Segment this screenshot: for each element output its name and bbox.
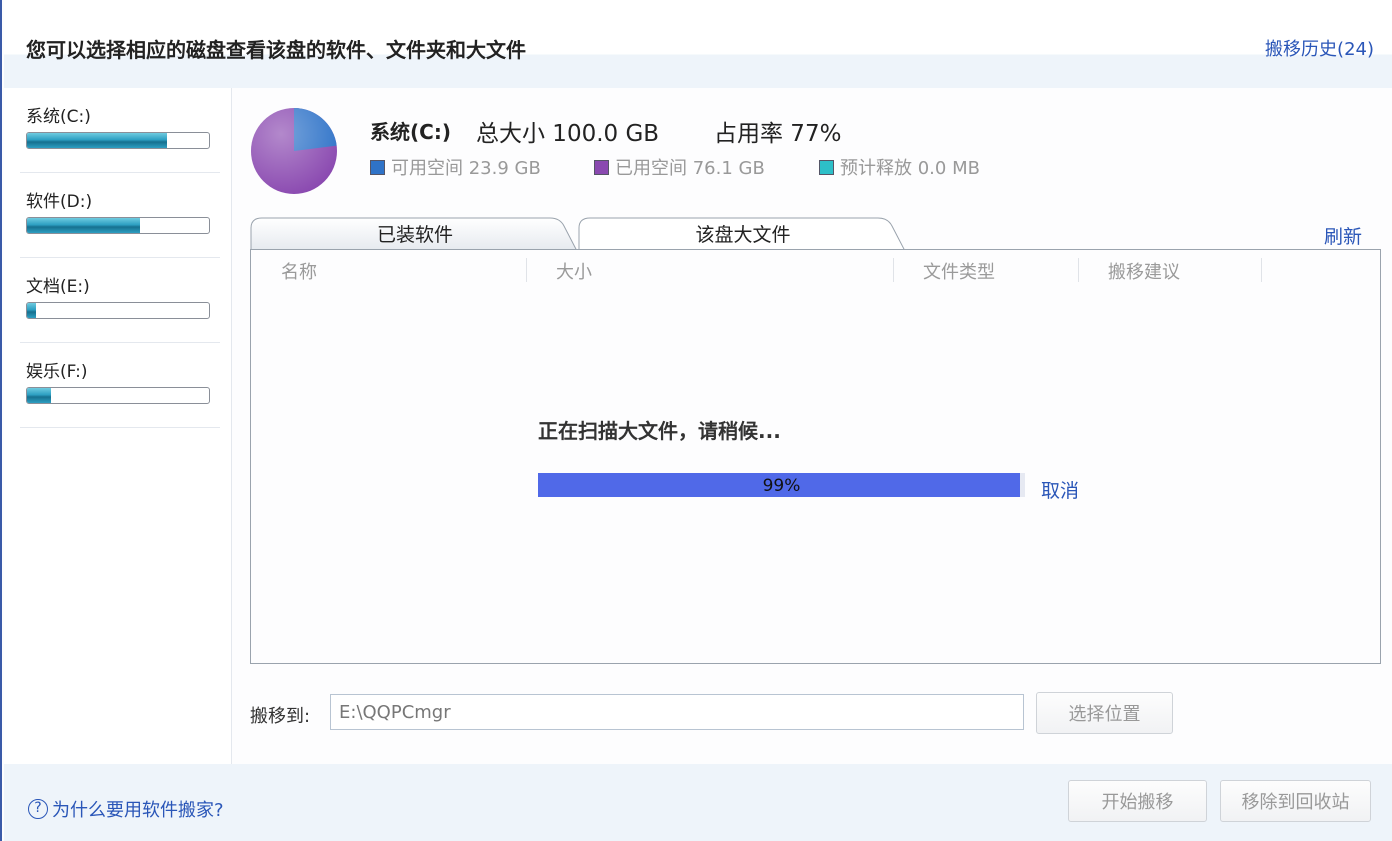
scan-progress-bar: 99% (538, 473, 1025, 497)
pie-gloss (251, 108, 337, 194)
column-header-move-suggestion[interactable]: 搬移建议 (1108, 258, 1180, 284)
help-link-text: 为什么要用软件搬家? (52, 800, 224, 821)
disk-usage-rate: 占用率 77% (714, 121, 842, 147)
legend-swatch (819, 159, 834, 175)
header-bar: 您可以选择相应的磁盘查看该盘的软件、文件夹和大文件 搬移历史(24) (4, 0, 1392, 88)
move-to-label: 搬移到: (250, 706, 311, 727)
refresh-link[interactable]: 刷新 (1324, 222, 1362, 249)
scan-progress-label: 99% (762, 476, 801, 496)
drive-usage-fill (27, 388, 51, 403)
drive-label: 文档(E:) (26, 277, 90, 297)
app-window: 您可以选择相应的磁盘查看该盘的软件、文件夹和大文件 搬移历史(24) 系统(C:… (0, 0, 1392, 841)
drive-label: 系统(C:) (26, 107, 91, 127)
tab-label: 已装软件 (376, 223, 453, 246)
move-history-link[interactable]: 搬移历史(24) (1265, 35, 1374, 61)
column-divider (526, 258, 527, 282)
legend-label: 已用空间 76.1 GB (615, 158, 765, 179)
legend-label: 预计释放 0.0 MB (840, 158, 980, 179)
scan-status-text: 正在扫描大文件，请稍候... (538, 419, 781, 443)
drive-item-f[interactable]: 娱乐(F:) (20, 343, 220, 428)
disk-name: 系统(C:) (370, 120, 451, 144)
drive-usage-bar (26, 217, 210, 234)
drive-usage-bar (26, 302, 210, 319)
column-divider (1261, 258, 1262, 282)
column-divider (893, 258, 894, 282)
column-header-file-type[interactable]: 文件类型 (923, 258, 995, 284)
legend-expected-release: 预计释放 0.0 MB (819, 154, 980, 180)
tab-large-files[interactable]: 该盘大文件 (578, 214, 908, 254)
drive-usage-fill (27, 133, 168, 148)
column-divider (1078, 258, 1079, 282)
choose-location-button[interactable]: 选择位置 (1036, 692, 1173, 734)
why-use-help-link[interactable]: ? 为什么要用软件搬家? (28, 796, 224, 822)
disk-usage-pie-chart (251, 108, 337, 194)
drive-label: 软件(D:) (26, 192, 93, 212)
cancel-scan-link[interactable]: 取消 (1041, 476, 1079, 503)
column-header-name[interactable]: 名称 (281, 258, 317, 284)
start-move-button[interactable]: 开始搬移 (1068, 780, 1207, 822)
column-header-size[interactable]: 大小 (556, 258, 592, 284)
tab-label: 该盘大文件 (695, 223, 791, 246)
legend-label: 可用空间 23.9 GB (391, 158, 541, 179)
legend-swatch (594, 159, 609, 175)
drive-item-d[interactable]: 软件(D:) (20, 173, 220, 258)
question-circle-icon: ? (28, 799, 48, 819)
drive-sidebar: 系统(C:) 软件(D:) 文档(E:) 娱乐(F:) (4, 88, 232, 764)
file-list-panel: 名称 大小 文件类型 搬移建议 正在扫描大文件，请稍候... 99% 取消 (250, 250, 1381, 664)
footer-bar: ? 为什么要用软件搬家? 开始搬移 移除到回收站 (4, 764, 1392, 841)
legend-free-space: 可用空间 23.9 GB (370, 154, 541, 180)
drive-usage-bar (26, 387, 210, 404)
move-to-recycle-bin-button[interactable]: 移除到回收站 (1220, 780, 1371, 822)
legend-used-space: 已用空间 76.1 GB (594, 154, 765, 180)
page-title: 您可以选择相应的磁盘查看该盘的软件、文件夹和大文件 (26, 38, 526, 62)
drive-usage-bar (26, 132, 210, 149)
drive-item-e[interactable]: 文档(E:) (20, 258, 220, 343)
drive-usage-fill (27, 218, 140, 233)
drive-item-c[interactable]: 系统(C:) (20, 88, 220, 173)
drive-label: 娱乐(F:) (26, 362, 88, 382)
disk-total-size: 总大小 100.0 GB (476, 121, 660, 147)
legend-swatch (370, 159, 385, 175)
tab-bar: 已装软件 该盘大文件 (250, 210, 1370, 254)
move-destination-input[interactable] (330, 694, 1024, 730)
drive-usage-fill (27, 303, 37, 318)
tab-installed-software[interactable]: 已装软件 (250, 214, 580, 254)
